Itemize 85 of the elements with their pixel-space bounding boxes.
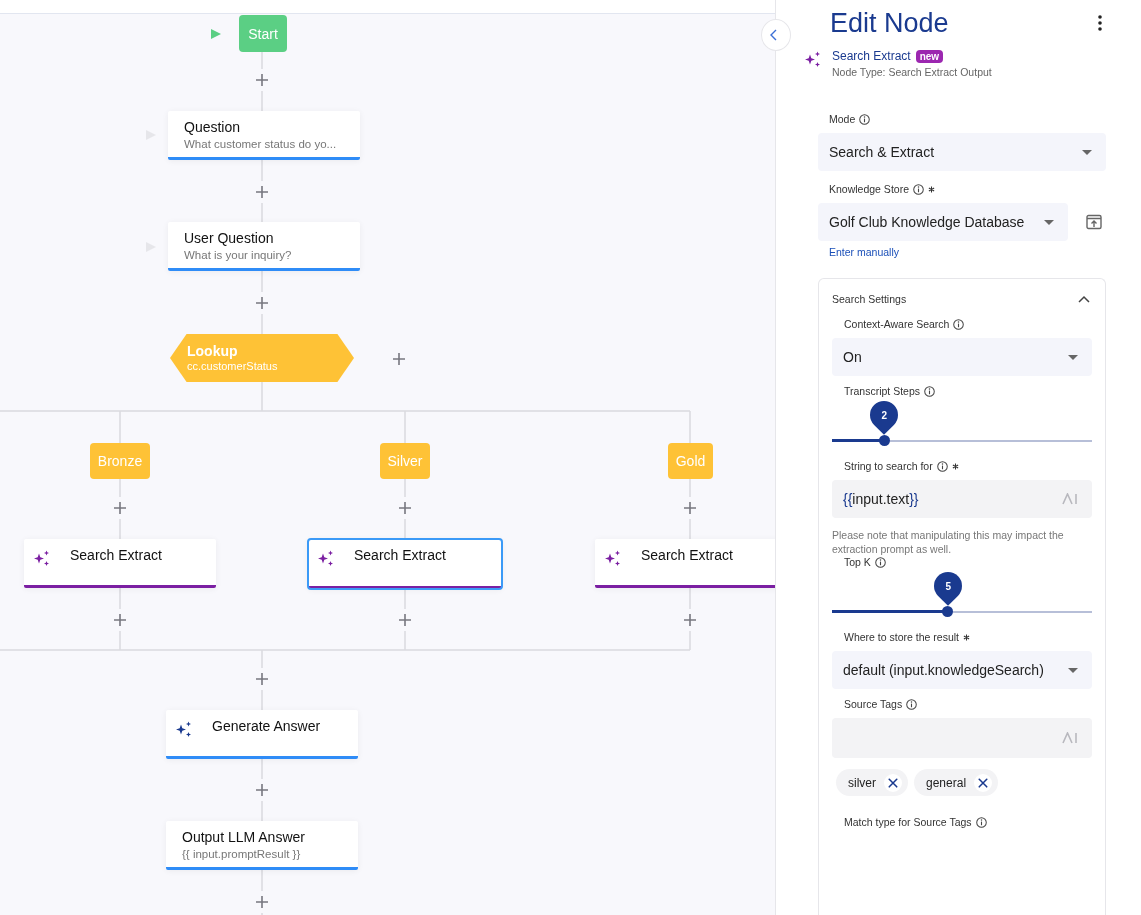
node-title: User Question [184,230,275,247]
ai-icon[interactable] [1062,732,1078,744]
flow-node-card[interactable]: Search Extract [308,539,502,589]
remove-tag-icon[interactable] [974,773,993,792]
info-icon[interactable] [906,698,918,710]
node-type-text: Node Type: Search Extract Output [832,66,992,78]
node-title: Question [184,119,242,136]
info-icon[interactable] [874,556,886,568]
add-icon[interactable] [255,895,269,909]
panel-title: Edit Node [830,7,949,40]
sparkles-icon [604,549,622,567]
knowledge-store-select[interactable]: Golf Club Knowledge Database [818,203,1068,241]
enter-manually-link[interactable]: Enter manually [829,246,900,258]
add-icon[interactable] [398,501,412,515]
ai-icon[interactable] [1062,493,1078,505]
new-badge: new [915,49,944,63]
add-icon[interactable] [255,296,269,310]
add-icon[interactable] [255,783,269,797]
add-icon[interactable] [683,501,697,515]
add-icon[interactable] [255,73,269,87]
mode-select[interactable]: Search & Extract [818,133,1106,171]
field-label: Source Tags [844,698,903,710]
field-label: Top K [844,556,871,568]
node-title: Search Extract [70,547,162,564]
node-subtitle: cc.customerStatus [187,359,279,373]
tag-chip[interactable]: silver [836,769,908,796]
field-label: Context-Aware Search [844,318,950,330]
add-icon[interactable] [255,185,269,199]
sparkles-icon [175,720,193,738]
tag-chip[interactable]: general [914,769,999,796]
chevron-left-icon [770,29,778,41]
dropdown-caret-icon [1082,149,1092,155]
flow-node-card[interactable]: Output LLM Answer {{ input.promptResult }} [166,821,358,870]
search-settings-toggle[interactable]: Search Settings [832,279,1092,318]
remove-tag-icon[interactable] [884,773,902,792]
source-tags-field[interactable] [832,718,1092,758]
info-icon[interactable] [924,385,936,397]
node-title: Lookup [187,343,239,359]
add-icon[interactable] [113,613,127,627]
info-icon[interactable] [936,460,948,472]
flow-node-card[interactable]: Search Extract [595,539,775,588]
info-icon[interactable] [859,113,871,125]
dropdown-caret-icon [1044,219,1054,225]
sparkles-icon [804,50,822,68]
slider-handle[interactable] [942,606,954,617]
add-icon[interactable] [113,501,127,515]
add-icon[interactable] [392,352,406,366]
field-label: Mode [829,113,856,125]
dropdown-select[interactable]: default (input.knowledgeSearch) [832,651,1092,689]
dropdown-caret-icon [1068,667,1078,673]
info-icon[interactable] [953,318,965,330]
flow-node-card[interactable]: Generate Answer [166,710,358,759]
sparkles-icon [317,549,335,567]
add-icon[interactable] [683,613,697,627]
field-label: Match type for Source Tags [844,816,972,828]
chevron-icon [1078,295,1090,303]
node-name: Search Extract [832,49,911,63]
node-title: Generate Answer [212,718,321,735]
field-label: Knowledge Store [829,183,909,195]
field-label: Where to store the result [844,631,959,643]
node-title: Search Extract [641,547,733,564]
info-icon[interactable] [975,816,987,828]
more-options-icon[interactable] [1097,14,1103,32]
help-text: Please note that manipulating this may impact the extraction prompt as well. [832,528,1065,556]
dropdown-caret-icon [1068,354,1078,360]
open-in-window-icon[interactable] [1086,214,1102,230]
flow-node-card[interactable]: Search Extract [24,539,216,588]
node-subtitle: What customer status do yo... [184,138,338,150]
add-icon[interactable] [255,672,269,686]
dropdown-select[interactable]: On [832,338,1092,376]
node-title: Output LLM Answer [182,829,306,846]
sparkles-icon [33,549,51,567]
node-subtitle: What is your inquiry? [184,249,293,261]
collapse-panel-button[interactable] [761,19,791,51]
node-title: Search Extract [354,547,446,564]
add-icon[interactable] [398,613,412,627]
search-string-field[interactable]: {{input.text}} [832,480,1092,518]
field-label: Transcript Steps [844,385,921,397]
play-icon[interactable] [210,28,222,40]
flow-node-card[interactable]: Question What customer status do yo... [168,111,360,160]
info-icon[interactable] [913,183,924,195]
field-label: String to search for [844,460,933,472]
flow-node-card[interactable]: User Question What is your inquiry? [168,222,360,271]
node-subtitle: {{ input.promptResult }} [182,848,302,860]
slider-handle[interactable] [878,435,890,446]
